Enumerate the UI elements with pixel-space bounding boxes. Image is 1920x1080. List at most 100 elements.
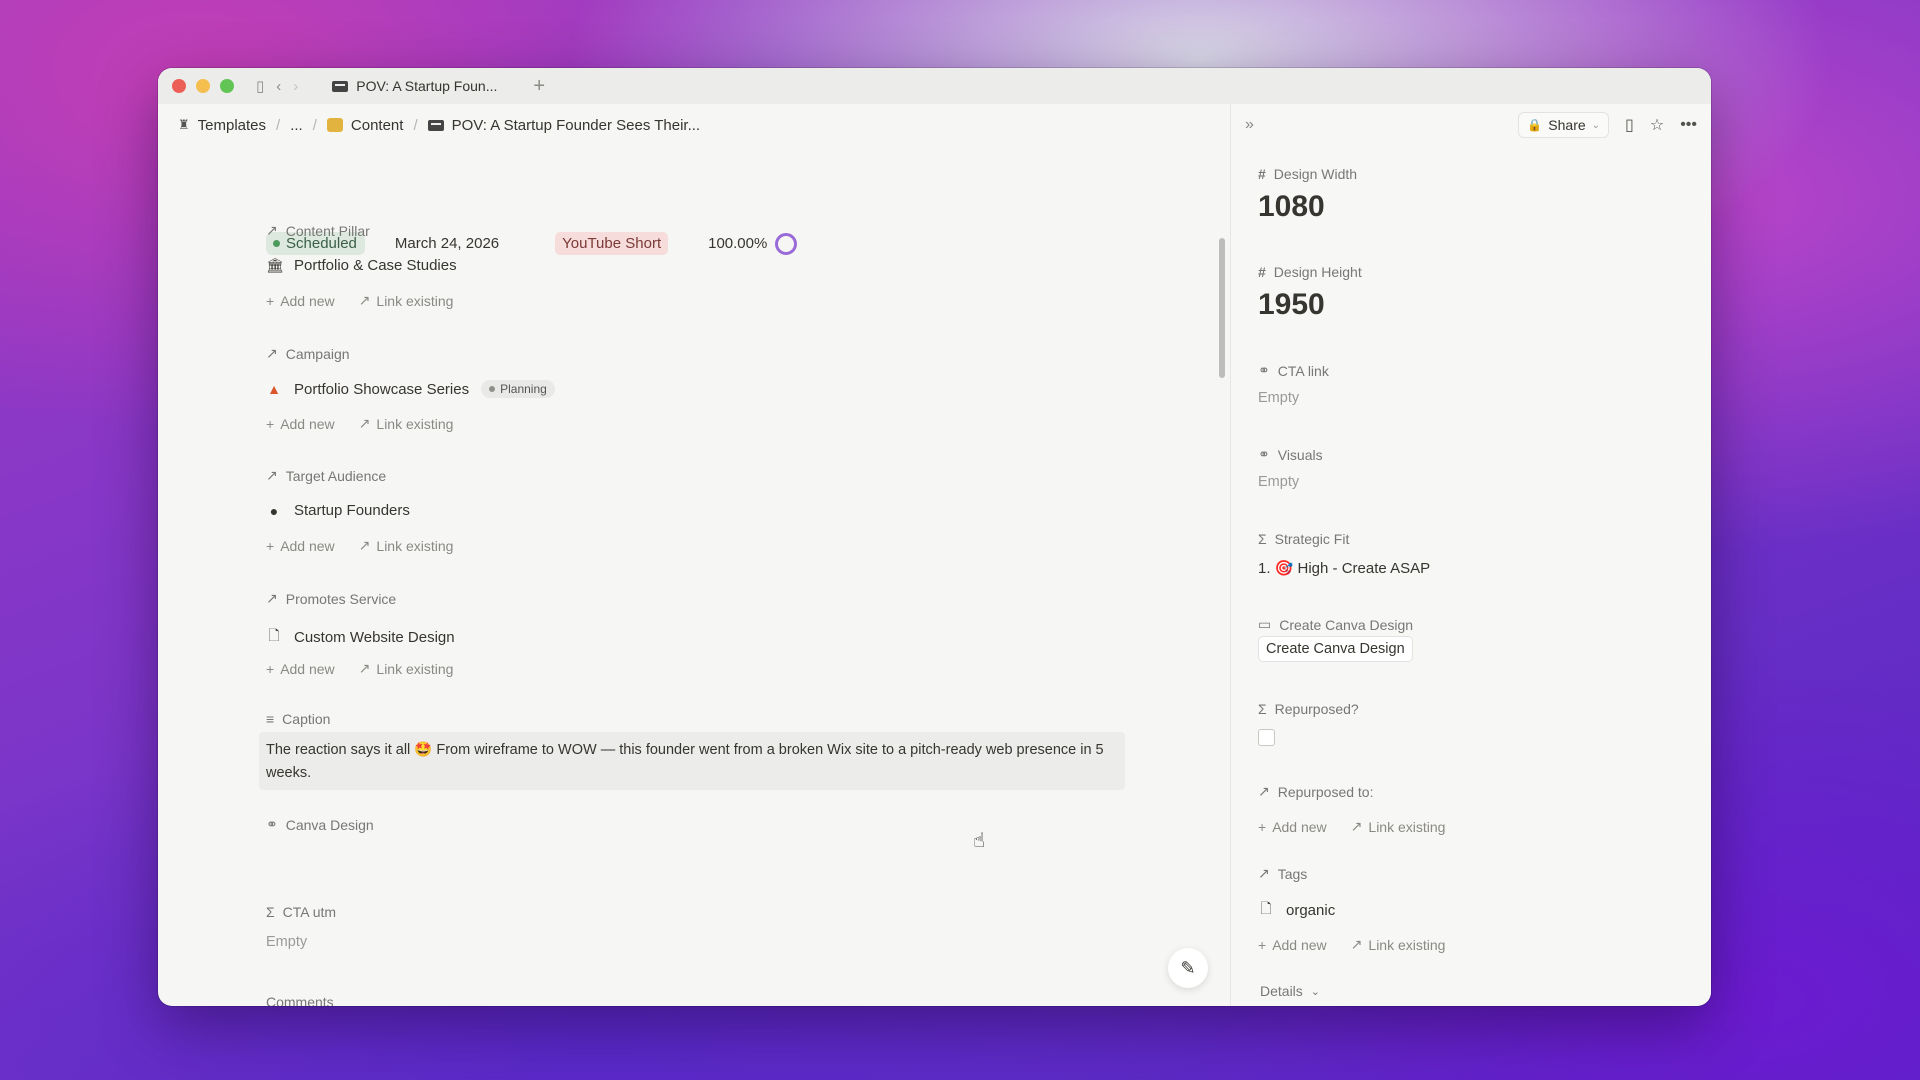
link-existing-button[interactable]: ↗ Link existing [359,660,454,677]
prop-label: CTA utm [282,904,337,920]
side-peek-icon[interactable]: ▯ [1625,115,1634,135]
promotes-service-item[interactable]: 🗋 Custom Website Design [266,625,454,649]
tag-item[interactable]: 🗋 organic [1258,898,1335,922]
breadcrumb-separator: / [413,116,418,134]
campaign-label: ↗ Campaign [266,345,350,362]
add-new-button[interactable]: + Add new [266,292,335,309]
design-width-value[interactable]: 1080 [1258,190,1325,224]
strategic-fit-label: Σ Strategic Fit [1258,531,1349,547]
page-icon: 🗋 [268,627,280,643]
close-window-button[interactable] [172,79,186,93]
collapse-panel-icon[interactable]: » [1245,116,1254,134]
back-icon[interactable]: ‹ [276,78,281,95]
app-window: ▯ ‹ › POV: A Startup Foun... + ♜ Templat… [158,68,1711,1006]
link-existing-button[interactable]: ↗ Link existing [1351,818,1446,835]
visuals-label: ⚭ Visuals [1258,446,1323,463]
formula-icon: Σ [266,904,275,920]
design-width-label: # Design Width [1258,166,1357,182]
plus-icon: + [1258,818,1267,835]
design-height-value[interactable]: 1950 [1258,288,1325,322]
star-icon[interactable]: ☆ [1650,115,1664,135]
add-new-button[interactable]: + Add new [266,415,335,432]
breadcrumb-content[interactable]: Content [326,116,404,134]
new-tab-button[interactable]: + [533,75,545,98]
visuals-value[interactable]: Empty [1258,474,1299,490]
format-badge[interactable]: YouTube Short [555,232,669,255]
link-label: Link existing [1368,818,1446,835]
link-existing-button[interactable]: ↗ Link existing [359,415,454,432]
progress-value: 100.00% [708,235,768,252]
link-label: Link existing [376,415,454,432]
breadcrumb-label: POV: A Startup Founder Sees Their... [451,116,701,134]
breadcrumb-label: Content [350,116,404,134]
link-existing-button[interactable]: ↗ Link existing [359,537,454,554]
add-label: Add new [1272,936,1327,953]
repurposed-to-actions: + Add new ↗ Link existing [1258,818,1445,835]
add-new-button[interactable]: + Add new [1258,818,1327,835]
add-new-button[interactable]: + Add new [266,537,335,554]
campaign-item[interactable]: ▲ Portfolio Showcase Series Planning [266,380,555,398]
link-icon: ⚭ [1258,446,1270,462]
canva-design-label: ⚭ Canva Design [266,816,374,833]
item-label: Startup Founders [294,502,410,519]
cta-link-value[interactable]: Empty [1258,390,1299,406]
publish-date[interactable]: March 24, 2026 [395,235,499,252]
add-new-button[interactable]: + Add new [1258,936,1327,953]
progress-ring-icon [775,232,798,255]
link-icon: ⚭ [266,816,278,832]
tags-label: ↗ Tags [1258,865,1307,882]
breadcrumb-current-page[interactable]: POV: A Startup Founder Sees Their... [427,116,701,134]
content-pillar-item[interactable]: 🏛 Portfolio & Case Studies [266,257,457,274]
tab-title: POV: A Startup Foun... [356,78,498,94]
add-label: Add new [280,537,335,554]
campaign-status-badge: Planning [481,380,555,398]
link-existing-button[interactable]: ↗ Link existing [359,292,454,309]
comments-label: Comments [266,994,334,1006]
button-icon: ▭ [1258,616,1272,632]
relation-arrow-icon: ↗ [266,222,278,238]
item-label: Portfolio Showcase Series [294,380,470,398]
item-label: organic [1286,901,1336,919]
arrow-icon: ↗ [358,660,371,676]
scrollbar[interactable] [1219,238,1225,378]
ai-assistant-button[interactable]: ✎ [1168,948,1208,988]
target-audience-item[interactable]: ● Startup Founders [266,502,410,519]
repurposed-to-label: ↗ Repurposed to: [1258,783,1373,800]
forward-icon[interactable]: › [293,78,298,95]
promotes-service-label: ↗ Promotes Service [266,590,396,607]
create-canva-button[interactable]: Create Canva Design [1258,636,1413,662]
cta-utm-value[interactable]: Empty [266,934,307,950]
plus-icon: + [266,415,275,432]
prop-label: Promotes Service [285,590,397,607]
warning-icon: ▲ [267,381,281,397]
minimize-window-button[interactable] [196,79,210,93]
create-canva-button-wrap: Create Canva Design [1258,636,1413,662]
share-button[interactable]: 🔒 Share ⌄ [1518,112,1610,138]
lock-icon: 🔒 [1527,118,1543,132]
maximize-window-button[interactable] [220,79,234,93]
caption-field[interactable]: The reaction says it all 🤩 From wirefram… [259,732,1125,790]
link-existing-button[interactable]: ↗ Link existing [1351,936,1446,953]
content-pillar-label: ↗ Content Pillar [266,222,370,239]
tags-actions: + Add new ↗ Link existing [1258,936,1445,953]
prop-label: Design Height [1273,264,1362,280]
target-audience-label: ↗ Target Audience [266,467,386,484]
add-new-button[interactable]: + Add new [266,660,335,677]
cta-utm-label: Σ CTA utm [266,904,336,920]
chevron-down-icon: ⌄ [1591,119,1601,131]
promotes-service-actions: + Add new ↗ Link existing [266,660,453,677]
breadcrumb-ellipsis[interactable]: ... [290,117,303,134]
repurposed-checkbox[interactable] [1258,729,1275,746]
details-label: Details [1260,983,1303,999]
sidebar-toggle-icon[interactable]: ▯ [256,77,264,95]
link-label: Link existing [376,537,454,554]
more-icon[interactable]: ••• [1680,116,1697,134]
details-toggle[interactable]: Details ⌄ [1260,983,1320,999]
tab-current-page[interactable]: POV: A Startup Foun... [320,68,509,104]
titlebar: ▯ ‹ › POV: A Startup Foun... + [158,68,1711,104]
add-label: Add new [280,660,335,677]
repurposed-label: Σ Repurposed? [1258,701,1359,717]
breadcrumb-templates[interactable]: ♜ Templates [178,117,266,134]
prop-label: Target Audience [285,467,387,484]
status-dot-icon [273,240,280,247]
